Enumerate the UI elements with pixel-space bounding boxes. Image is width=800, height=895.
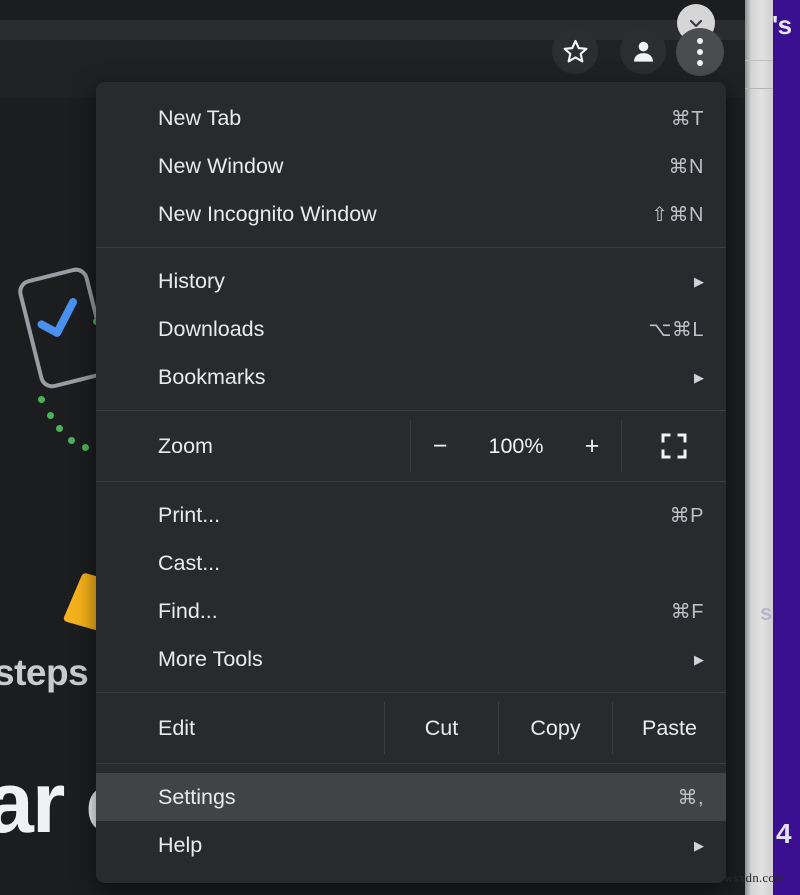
menu-item-help[interactable]: Help ▶ bbox=[96, 821, 726, 869]
purple-text-mid: s bbox=[760, 600, 773, 625]
zoom-out-button[interactable]: − bbox=[427, 432, 453, 461]
three-dots-vertical-icon bbox=[697, 38, 703, 66]
decorative-dot bbox=[82, 444, 89, 451]
menu-item-shortcut: ⌘F bbox=[670, 600, 704, 623]
page-steps-text: steps bbox=[0, 652, 89, 693]
zoom-label: Zoom bbox=[158, 433, 213, 458]
zoom-level-value: 100% bbox=[488, 433, 544, 458]
menu-item-label: Downloads bbox=[158, 316, 265, 341]
purple-text-bottom: 4 bbox=[776, 818, 792, 849]
menu-item-shortcut: ⌘N bbox=[668, 155, 704, 178]
submenu-arrow-icon: ▶ bbox=[694, 837, 704, 853]
menu-item-history[interactable]: History ▶ bbox=[96, 257, 726, 305]
menu-item-bookmarks[interactable]: Bookmarks ▶ bbox=[96, 353, 726, 401]
menu-item-label: Print... bbox=[158, 502, 221, 527]
cut-button[interactable]: Cut bbox=[384, 702, 498, 754]
menu-item-new-incognito-window[interactable]: New Incognito Window ⇧⌘N bbox=[96, 190, 726, 238]
copy-button[interactable]: Copy bbox=[498, 702, 612, 754]
menu-item-label: Help bbox=[158, 832, 203, 857]
menu-item-print[interactable]: Print... ⌘P bbox=[96, 491, 726, 539]
menu-row-edit: Edit Cut Copy Paste bbox=[96, 702, 726, 754]
zoom-in-button[interactable]: + bbox=[579, 432, 605, 461]
menu-item-new-window[interactable]: New Window ⌘N bbox=[96, 142, 726, 190]
menu-item-label: History bbox=[158, 268, 225, 293]
menu-separator bbox=[96, 410, 726, 411]
decorative-dot bbox=[47, 412, 54, 419]
menu-item-label: Settings bbox=[158, 784, 236, 809]
menu-item-label: Find... bbox=[158, 598, 218, 623]
menu-row-zoom: Zoom − 100% + bbox=[96, 420, 726, 472]
decorative-dot bbox=[38, 396, 45, 403]
menu-item-shortcut: ⇧⌘N bbox=[651, 203, 704, 226]
fullscreen-button[interactable] bbox=[622, 420, 726, 472]
submenu-arrow-icon: ▶ bbox=[694, 369, 704, 385]
paste-button[interactable]: Paste bbox=[612, 702, 726, 754]
menu-item-new-tab[interactable]: New Tab ⌘T bbox=[96, 94, 726, 142]
scrollbar-seam bbox=[745, 60, 773, 61]
adjacent-purple-panel bbox=[773, 0, 800, 895]
bookmark-star-icon[interactable] bbox=[552, 28, 598, 74]
menu-item-label: More Tools bbox=[158, 646, 263, 671]
edit-label: Edit bbox=[158, 715, 196, 740]
profile-avatar-icon[interactable] bbox=[620, 28, 666, 74]
menu-item-shortcut: ⌘T bbox=[670, 107, 704, 130]
menu-item-label: New Window bbox=[158, 153, 284, 178]
page-right-gutter bbox=[723, 0, 745, 895]
menu-separator bbox=[96, 481, 726, 482]
menu-item-settings[interactable]: Settings ⌘, bbox=[96, 773, 726, 821]
watermark: wsxdn.com bbox=[724, 870, 786, 885]
menu-separator bbox=[96, 247, 726, 248]
chrome-main-menu: New Tab ⌘T New Window ⌘N New Incognito W… bbox=[96, 82, 726, 883]
menu-item-label: Bookmarks bbox=[158, 364, 266, 389]
menu-item-shortcut: ⌥⌘L bbox=[648, 318, 704, 341]
submenu-arrow-icon: ▶ bbox=[694, 651, 704, 667]
menu-item-label: New Tab bbox=[158, 105, 242, 130]
menu-separator bbox=[96, 692, 726, 693]
purple-text-top: 's bbox=[772, 10, 792, 40]
menu-item-cast[interactable]: Cast... bbox=[96, 539, 726, 587]
menu-item-shortcut: ⌘P bbox=[669, 504, 704, 527]
menu-item-more-tools[interactable]: More Tools ▶ bbox=[96, 635, 726, 683]
menu-item-find[interactable]: Find... ⌘F bbox=[96, 587, 726, 635]
browser-window: steps ar o New Tab ⌘T New Window ⌘N New … bbox=[0, 0, 800, 895]
page-scrollbar[interactable] bbox=[745, 0, 773, 895]
menu-separator bbox=[96, 763, 726, 764]
menu-item-shortcut: ⌘, bbox=[677, 786, 704, 809]
scrollbar-seam bbox=[745, 88, 773, 89]
zoom-controls: − 100% + bbox=[410, 420, 622, 472]
menu-item-downloads[interactable]: Downloads ⌥⌘L bbox=[96, 305, 726, 353]
fullscreen-icon bbox=[661, 433, 687, 459]
menu-item-label: New Incognito Window bbox=[158, 201, 377, 226]
decorative-dot bbox=[56, 425, 63, 432]
menu-item-label: Cast... bbox=[158, 550, 221, 575]
submenu-arrow-icon: ▶ bbox=[694, 273, 704, 289]
decorative-dot bbox=[68, 437, 75, 444]
chrome-overflow-menu-button[interactable] bbox=[676, 28, 724, 76]
